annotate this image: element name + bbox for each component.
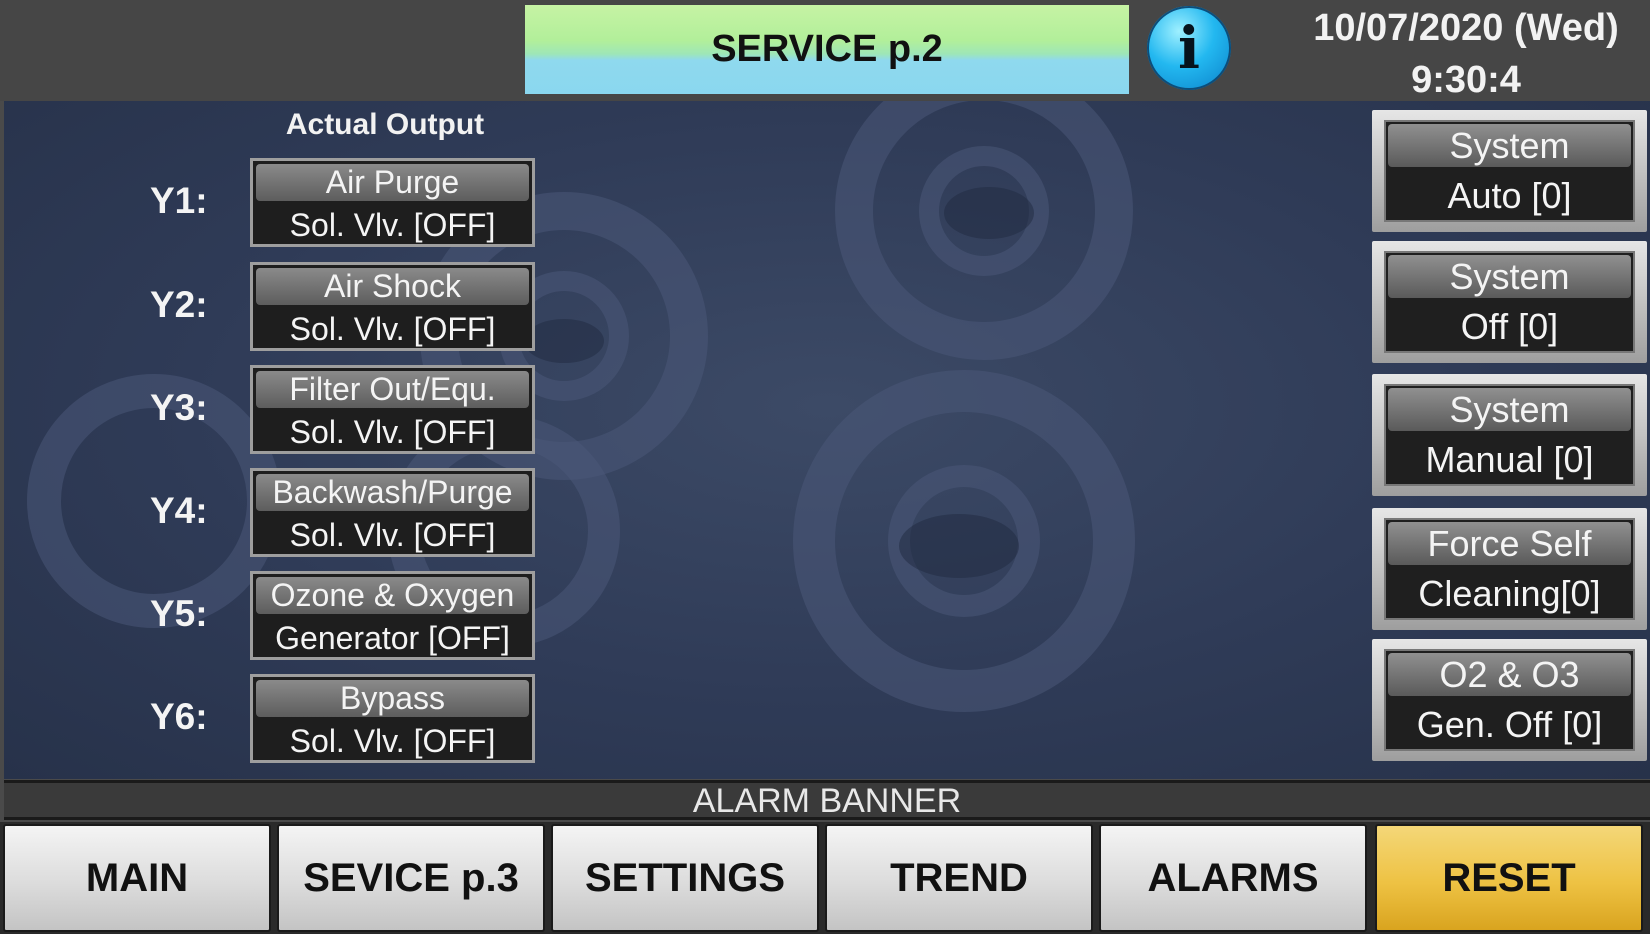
output-name: Filter Out/Equ. xyxy=(256,371,529,408)
output-status: Sol. Vlv. [OFF] xyxy=(289,311,496,347)
output-indicator-y3: Filter Out/Equ. Sol. Vlv. [OFF] xyxy=(250,365,535,454)
output-indicator-y2: Air Shock Sol. Vlv. [OFF] xyxy=(250,262,535,351)
button-value: Auto [0] xyxy=(1447,175,1572,216)
force-self-cleaning-button[interactable]: Force Self Cleaning[0] xyxy=(1372,508,1647,630)
system-manual-button[interactable]: System Manual [0] xyxy=(1372,374,1647,496)
output-indicator-y6: Bypass Sol. Vlv. [OFF] xyxy=(250,674,535,763)
output-row-y1: Y1: Air Purge Sol. Vlv. [OFF] xyxy=(0,158,540,248)
output-status: Sol. Vlv. [OFF] xyxy=(289,723,496,759)
output-row-y5: Y5: Ozone & Oxygen Generator [OFF] xyxy=(0,571,540,661)
button-face: Force Self Cleaning[0] xyxy=(1384,518,1635,620)
output-status: Sol. Vlv. [OFF] xyxy=(289,207,496,243)
output-row-y4: Y4: Backwash/Purge Sol. Vlv. [OFF] xyxy=(0,468,540,558)
alarms-button[interactable]: ALARMS xyxy=(1099,824,1367,932)
button-face: System Off [0] xyxy=(1384,251,1635,353)
output-label: Y6: xyxy=(150,696,208,737)
output-label: Y3: xyxy=(150,387,208,428)
datetime-display: 10/07/2020 (Wed) 9:30:4 xyxy=(1282,2,1650,106)
output-name: Backwash/Purge xyxy=(256,474,529,511)
output-name: Ozone & Oxygen xyxy=(256,577,529,614)
output-indicator-y5: Ozone & Oxygen Generator [OFF] xyxy=(250,571,535,660)
button-value: Cleaning[0] xyxy=(1418,573,1601,614)
output-name: Air Shock xyxy=(256,268,529,305)
output-label: Y5: xyxy=(150,593,208,634)
output-row-y3: Y3: Filter Out/Equ. Sol. Vlv. [OFF] xyxy=(0,365,540,455)
output-label: Y1: xyxy=(150,180,208,221)
bottom-nav: MAIN SEVICE p.3 SETTINGS TREND ALARMS RE… xyxy=(0,822,1650,934)
main-button[interactable]: MAIN xyxy=(3,824,271,932)
info-icon: i xyxy=(1177,14,1201,82)
button-value: Off [0] xyxy=(1460,306,1559,347)
service-p3-button[interactable]: SEVICE p.3 xyxy=(277,824,545,932)
alarm-banner: ALARM BANNER xyxy=(4,780,1650,820)
button-title: System xyxy=(1388,124,1631,167)
actual-output-heading: Actual Output xyxy=(285,108,485,141)
output-status: Sol. Vlv. [OFF] xyxy=(289,414,496,450)
header-bar: SERVICE p.2 i 10/07/2020 (Wed) 9:30:4 xyxy=(0,0,1650,101)
button-title: System xyxy=(1388,255,1631,298)
output-status: Sol. Vlv. [OFF] xyxy=(289,517,496,553)
system-off-button[interactable]: System Off [0] xyxy=(1372,241,1647,363)
settings-button[interactable]: SETTINGS xyxy=(551,824,819,932)
date-text: 10/07/2020 (Wed) xyxy=(1313,7,1619,49)
button-title: O2 & O3 xyxy=(1388,653,1631,696)
trend-button[interactable]: TREND xyxy=(825,824,1093,932)
info-button[interactable]: i xyxy=(1147,6,1231,90)
o2-o3-gen-off-button[interactable]: O2 & O3 Gen. Off [0] xyxy=(1372,639,1647,761)
output-indicator-y4: Backwash/Purge Sol. Vlv. [OFF] xyxy=(250,468,535,557)
reset-button[interactable]: RESET xyxy=(1375,824,1643,932)
system-auto-button[interactable]: System Auto [0] xyxy=(1372,110,1647,232)
output-status: Generator [OFF] xyxy=(275,620,510,656)
button-face: O2 & O3 Gen. Off [0] xyxy=(1384,649,1635,751)
output-indicator-y1: Air Purge Sol. Vlv. [OFF] xyxy=(250,158,535,247)
button-face: System Auto [0] xyxy=(1384,120,1635,222)
output-row-y6: Y6: Bypass Sol. Vlv. [OFF] xyxy=(0,674,540,764)
time-text: 9:30:4 xyxy=(1411,59,1521,101)
output-row-y2: Y2: Air Shock Sol. Vlv. [OFF] xyxy=(0,262,540,352)
button-title: System xyxy=(1388,388,1631,431)
output-name: Air Purge xyxy=(256,164,529,201)
button-value: Gen. Off [0] xyxy=(1416,704,1603,745)
button-value: Manual [0] xyxy=(1425,439,1594,480)
page-title: SERVICE p.2 xyxy=(525,5,1129,94)
output-label: Y4: xyxy=(150,490,208,531)
output-label: Y2: xyxy=(150,284,208,325)
button-title: Force Self xyxy=(1388,522,1631,565)
output-name: Bypass xyxy=(256,680,529,717)
button-face: System Manual [0] xyxy=(1384,384,1635,486)
